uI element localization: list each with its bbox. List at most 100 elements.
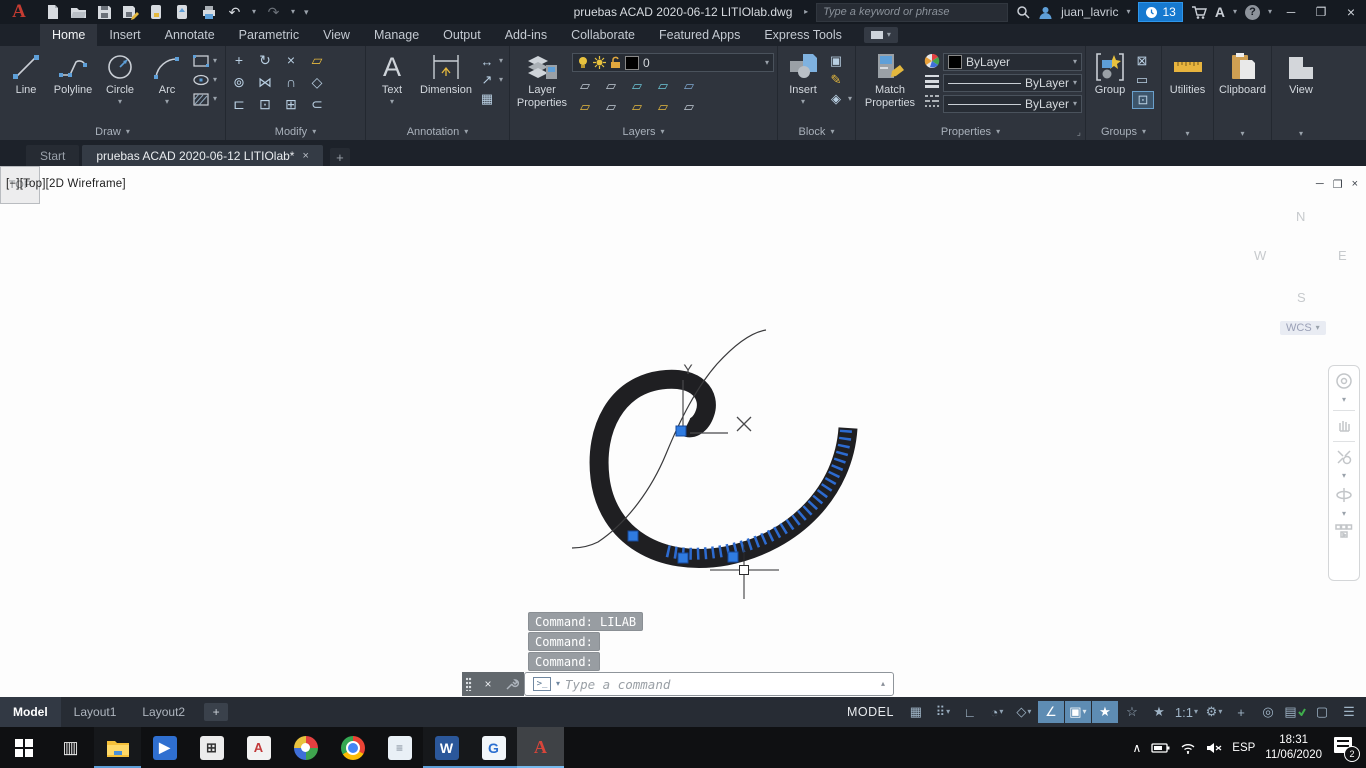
polyline-button[interactable]: Polyline — [50, 51, 96, 107]
lineweight-icon[interactable] — [922, 73, 942, 89]
panel-groups-label[interactable]: Groups ▾ — [1086, 126, 1161, 138]
text-dropdown-icon[interactable]: ▾ — [390, 97, 394, 106]
taskbar-chrome[interactable] — [329, 727, 376, 768]
ribbon-display-toggle[interactable]: ▾ — [863, 27, 898, 43]
task-view-button[interactable]: ▥ — [47, 727, 94, 768]
customization-menu-button[interactable]: ☰ — [1336, 701, 1362, 723]
command-expand-icon[interactable]: ▴ — [881, 680, 885, 688]
hatch-button[interactable] — [191, 91, 211, 107]
offset-button[interactable]: ⊂ — [307, 96, 327, 112]
table-button[interactable]: ▦ — [477, 91, 497, 107]
properties-panel-launcher[interactable]: ⌟ — [1077, 127, 1081, 138]
erase-button[interactable]: ▱ — [307, 52, 327, 68]
fillet-button[interactable]: ∩ — [281, 74, 301, 90]
app-store-cart-icon[interactable] — [1191, 5, 1207, 19]
command-input[interactable]: >_ ▾ Type a command ▴ — [524, 672, 894, 696]
minimize-button[interactable]: ─ — [1280, 2, 1302, 22]
drawing-canvas[interactable]: [−][Top][2D Wireframe] ─ ❐ × N W TOP E S… — [0, 166, 1366, 697]
rectangle-dropdown-icon[interactable]: ▾ — [213, 57, 217, 65]
mirror-button[interactable]: ⋈ — [255, 74, 275, 90]
open-file-icon[interactable] — [70, 4, 87, 21]
make-current-button[interactable]: ▱ — [684, 78, 694, 94]
group-button[interactable]: Group — [1089, 51, 1131, 109]
save-as-icon[interactable] — [122, 4, 139, 21]
file-tab-document[interactable]: pruebas ACAD 2020-06-12 LITIOlab* × — [82, 145, 323, 166]
trim-button[interactable]: × — [281, 52, 301, 68]
layer-off-button[interactable]: ▱ — [580, 78, 590, 94]
open-from-web-mobile-icon[interactable] — [148, 4, 165, 21]
taskbar-gstarcad[interactable]: G — [470, 727, 517, 768]
linetype-dropdown[interactable]: ByLayer ▾ — [943, 95, 1082, 113]
scale-button[interactable]: ⊡ — [255, 96, 275, 112]
attributes-dropdown-icon[interactable]: ▾ — [848, 95, 852, 103]
taskbar-calculator[interactable]: ⊞ — [188, 727, 235, 768]
linear-dimension-button[interactable]: ↔ — [477, 53, 497, 69]
taskbar-word[interactable]: W — [423, 727, 470, 768]
signed-in-user[interactable]: juan_lavric — [1061, 5, 1118, 19]
edit-block-button[interactable]: ✎ — [826, 72, 846, 88]
layer-color-swatch[interactable] — [625, 55, 639, 70]
tab-annotate[interactable]: Annotate — [153, 24, 227, 46]
layer-freeze-button[interactable]: ▱ — [632, 78, 642, 94]
utilities-button[interactable]: Utilities — [1165, 51, 1210, 97]
lineweight-dropdown[interactable]: ByLayer ▾ — [943, 74, 1082, 92]
drawing-svg[interactable]: Y — [0, 166, 1366, 697]
layer-unlock-button[interactable]: ▱ — [658, 99, 668, 115]
array-button[interactable]: ⊞ — [281, 96, 301, 112]
tab-view[interactable]: View — [311, 24, 362, 46]
qat-customize-icon[interactable]: ▾ — [304, 7, 309, 17]
redo-dropdown-icon[interactable]: ▾ — [291, 8, 295, 16]
panel-view-label[interactable]: ▾ — [1272, 130, 1330, 138]
tab-express-tools[interactable]: Express Tools — [752, 24, 854, 46]
panel-block-label[interactable]: Block ▾ — [778, 126, 855, 138]
layer-properties-button[interactable]: Layer Properties — [513, 51, 571, 117]
model-space-badge[interactable]: MODEL — [847, 705, 894, 719]
plot-icon[interactable] — [200, 4, 217, 21]
help-dropdown-icon[interactable]: ▾ — [1268, 8, 1272, 16]
layer-match-button[interactable]: ▱ — [684, 99, 694, 115]
file-tab-close-icon[interactable]: × — [302, 150, 308, 162]
user-avatar-icon[interactable] — [1038, 5, 1053, 20]
snap-toggle[interactable]: ⠿ ▾ — [930, 701, 956, 723]
object-snap-tracking-toggle[interactable]: ∠ — [1037, 701, 1064, 723]
view-button[interactable]: View — [1275, 51, 1327, 97]
layer-dropdown-caret-icon[interactable]: ▾ — [765, 58, 769, 67]
redo-button[interactable]: ↷ — [265, 4, 282, 21]
graphics-performance-button[interactable]: ▤ — [1282, 701, 1308, 723]
copy-button[interactable]: ⊚ — [229, 74, 249, 90]
isometric-drafting-toggle[interactable]: ◇ ▾ — [1011, 701, 1037, 723]
group-selection-toggle[interactable]: ⊡ — [1132, 91, 1154, 109]
recent-commands-caret-icon[interactable]: ▾ — [556, 680, 560, 688]
tab-output[interactable]: Output — [431, 24, 493, 46]
move-button[interactable]: + — [229, 52, 249, 68]
taskbar-notepad[interactable]: ≡ — [376, 727, 423, 768]
insert-dropdown-icon[interactable]: ▾ — [801, 97, 805, 106]
tab-collaborate[interactable]: Collaborate — [559, 24, 647, 46]
start-button[interactable] — [0, 727, 47, 768]
new-file-icon[interactable] — [44, 4, 61, 21]
save-icon[interactable] — [96, 4, 113, 21]
help-icon[interactable]: ? — [1244, 4, 1260, 20]
group-edit-button[interactable]: ▭ — [1132, 72, 1152, 88]
explode-button[interactable]: ◇ — [307, 74, 327, 90]
search-input[interactable]: Type a keyword or phrase — [816, 2, 1009, 22]
panel-utilities-label[interactable]: ▾ — [1162, 130, 1213, 138]
new-drawing-tab-button[interactable]: + — [329, 148, 350, 166]
close-button[interactable]: × — [1340, 2, 1362, 22]
linetype-icon[interactable] — [922, 93, 942, 109]
tab-featured-apps[interactable]: Featured Apps — [647, 24, 752, 46]
rotate-button[interactable]: ↻ — [255, 52, 275, 68]
ellipse-dropdown-icon[interactable]: ▾ — [213, 76, 217, 84]
arc-button[interactable]: Arc ▾ — [144, 51, 190, 107]
linear-dimension-dropdown-icon[interactable]: ▾ — [499, 57, 503, 65]
taskbar-media-player[interactable]: ▶ — [141, 727, 188, 768]
layout2-tab[interactable]: Layout2 — [129, 697, 198, 727]
panel-annotation-label[interactable]: Annotation ▾ — [366, 126, 509, 138]
file-tab-start[interactable]: Start — [26, 145, 80, 166]
command-customize-wrench-icon[interactable] — [500, 672, 524, 696]
ortho-toggle[interactable]: ∟ — [957, 701, 983, 723]
search-icon[interactable] — [1016, 5, 1030, 19]
object-snap-toggle[interactable]: ▣ ▾ — [1064, 701, 1091, 723]
grid-toggle[interactable]: ▦ — [903, 701, 929, 723]
annotation-scale-value[interactable]: 1:1 ▾ — [1173, 701, 1200, 723]
